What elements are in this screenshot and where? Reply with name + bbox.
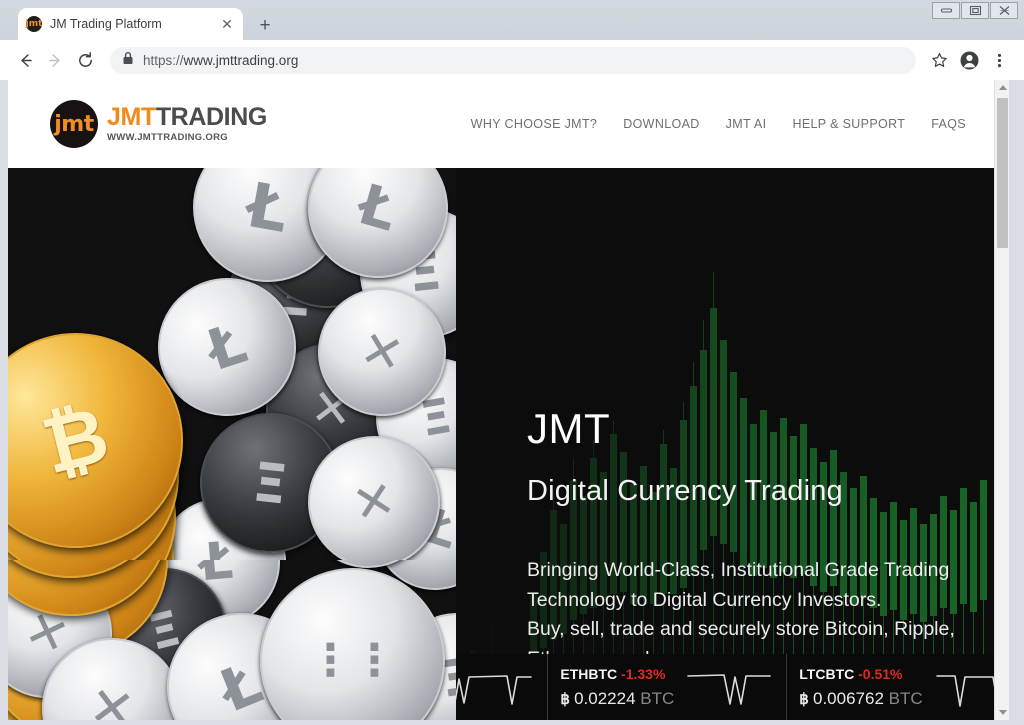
hero-subtitle: Digital Currency Trading (527, 475, 843, 507)
ticker-price-row: ฿ 0.006762 BTC (799, 689, 922, 709)
nav-item-jmt-ai[interactable]: JMT AI (726, 117, 767, 131)
logo-subtitle: WWW.JMTTRADING.ORG (107, 132, 228, 144)
ticker-change: -1.33% (621, 665, 666, 682)
ticker-unit: BTC (888, 688, 923, 708)
favicon-icon: jmt (26, 16, 42, 32)
address-bar[interactable]: https://www.jmttrading.org (110, 46, 916, 74)
logo-name-orange: JMT (107, 103, 156, 132)
ticker-price-row: ฿ 0.02224 BTC (560, 689, 674, 709)
hero-text-block: JMT Digital Currency Trading Bringing Wo… (527, 168, 967, 675)
nav-item-help-support[interactable]: HELP & SUPPORT (792, 117, 905, 131)
window-bottom-edge (0, 720, 1024, 725)
ticker-price: 0.02224 (574, 688, 641, 708)
close-tab-icon[interactable]: ✕ (219, 16, 235, 32)
site-logo[interactable]: jmt JMTTRADING WWW.JMTTRADING.ORG (50, 100, 267, 148)
browser-menu-icon[interactable] (984, 45, 1014, 75)
web-page: jmt JMTTRADING WWW.JMTTRADING.ORG WHY CH… (8, 80, 994, 720)
coins-image-lower: ₿ŁŁŁΞΞ✕Ξ✕ŁΞ✕ŁŁ⋮⋮Ł✕Ξ✕ΞŁ✕ (8, 560, 456, 720)
ticker-currency-symbol: ฿ (560, 690, 575, 708)
logo-mark-icon: jmt (50, 100, 98, 148)
ticker-change: -0.51% (858, 665, 903, 682)
forward-button[interactable] (40, 45, 70, 75)
bookmark-star-icon[interactable] (924, 45, 954, 75)
ticker-sparkline (447, 664, 535, 710)
ticker-sparkline (686, 664, 774, 710)
close-icon[interactable] (990, 2, 1018, 19)
ticker-info: LTCBTC -0.51% ฿ 0.006762 BTC (799, 666, 922, 709)
reload-button[interactable] (70, 45, 100, 75)
logo-name-gray: TRADING (155, 103, 267, 132)
nav-item-faqs[interactable]: FAQS (931, 117, 966, 131)
ticker-pair-row: ETHBTC -1.33% (560, 666, 674, 682)
page-scrollbar[interactable] (994, 80, 1009, 720)
hero-section: ₿ŁŁŁΞΞ✕Ξ✕ŁΞ✕ŁŁ⋮⋮Ł✕Ξ✕ΞŁ✕ ₿ŁŁŁΞΞ✕Ξ✕ŁΞ✕ŁŁ⋮⋮… (8, 168, 994, 720)
profile-avatar-icon[interactable] (954, 45, 984, 75)
scroll-down-icon[interactable] (995, 705, 1009, 720)
ticker-item[interactable]: LTCBTC -0.51% ฿ 0.006762 BTC (787, 654, 994, 720)
browser-toolbar: https://www.jmttrading.org (0, 40, 1024, 80)
nav-item-why-choose-jmt[interactable]: WHY CHOOSE JMT? (471, 117, 598, 131)
ticker-info: ETHBTC -1.33% ฿ 0.02224 BTC (560, 666, 674, 709)
new-tab-button[interactable]: + (252, 13, 278, 39)
url-text: https://www.jmttrading.org (143, 52, 299, 68)
ticker-pair: LTCBTC (799, 665, 859, 682)
scrollbar-thumb[interactable] (997, 98, 1008, 248)
logo-wordmark: JMTTRADING WWW.JMTTRADING.ORG (107, 105, 267, 143)
scroll-up-icon[interactable] (995, 80, 1009, 95)
window-controls (932, 2, 1018, 19)
lock-icon (122, 51, 134, 70)
coins-image-upper: ₿ŁŁŁΞΞ✕Ξ✕ŁΞ✕ŁŁ⋮⋮Ł✕Ξ✕ΞŁ✕ (8, 168, 456, 560)
site-header: jmt JMTTRADING WWW.JMTTRADING.ORG WHY CH… (8, 80, 994, 168)
ticker-sparkline (935, 664, 994, 710)
main-navigation: WHY CHOOSE JMT? DOWNLOAD JMT AI HELP & S… (471, 117, 966, 131)
ticker-price: 0.006762 (813, 688, 889, 708)
tab-title: JM Trading Platform (50, 17, 162, 31)
nav-item-download[interactable]: DOWNLOAD (623, 117, 699, 131)
window-titlebar: jmt JM Trading Platform ✕ + (0, 0, 1024, 40)
back-button[interactable] (10, 45, 40, 75)
hero-title: JMT (527, 405, 611, 452)
ticker-pair: ETHBTC (560, 665, 622, 682)
ticker-item[interactable]: ETHBTC -1.33% ฿ 0.02224 BTC (548, 654, 788, 720)
maximize-icon[interactable] (961, 2, 989, 19)
browser-tab[interactable]: jmt JM Trading Platform ✕ (18, 8, 243, 40)
ticker-unit: BTC (640, 688, 675, 708)
ticker-pair-row: LTCBTC -0.51% (799, 666, 922, 682)
page-viewport: jmt JMTTRADING WWW.JMTTRADING.ORG WHY CH… (8, 80, 1009, 720)
browser-window: jmt JM Trading Platform ✕ + https://www.… (0, 0, 1024, 725)
crypto-coin: ⋮⋮ (260, 568, 445, 720)
ticker-currency-symbol: ฿ (799, 690, 813, 708)
minimize-icon[interactable] (932, 2, 960, 19)
hero-coins-image: ₿ŁŁŁΞΞ✕Ξ✕ŁΞ✕ŁŁ⋮⋮Ł✕Ξ✕ΞŁ✕ ₿ŁŁŁΞΞ✕Ξ✕ŁΞ✕ŁŁ⋮⋮… (8, 168, 456, 720)
